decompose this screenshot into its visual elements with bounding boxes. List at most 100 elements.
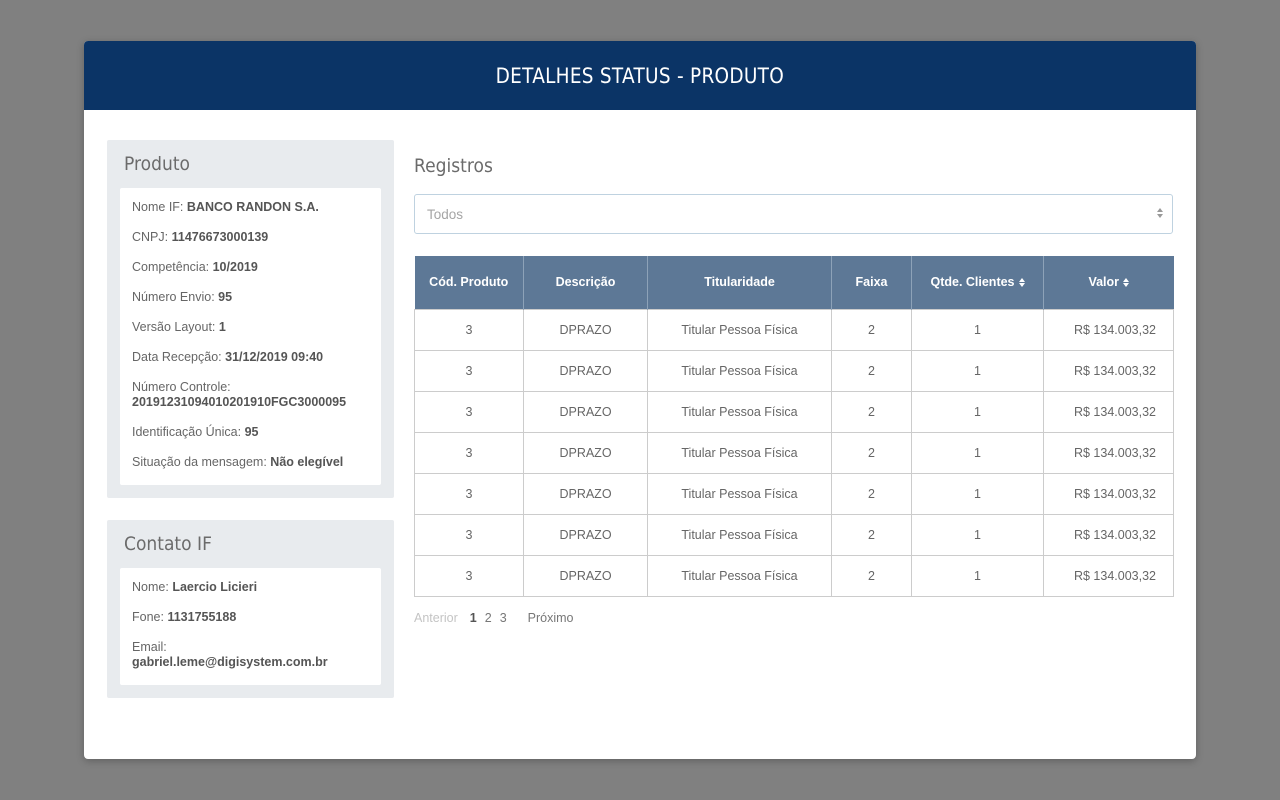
field-label: Email: [132,640,167,654]
field-value: 20191231094010201910FGC3000095 [132,395,347,409]
column-header-titularidade: Titularidade [647,256,832,309]
table-cell: 3 [414,554,524,597]
table-cell: 3 [414,431,524,474]
field-label: Competência: [132,260,210,274]
contato-panel: Contato IF Nome: Laercio Licieri Fone: 1… [107,520,394,698]
field-label: Situação da mensagem: [132,455,267,469]
table-cell: R$ 134.003,32 [1043,554,1174,597]
column-header-valor[interactable]: Valor [1043,256,1174,309]
status-detail-modal: DETALHES STATUS - PRODUTO Produto Nome I… [84,41,1196,759]
table-cell: 3 [414,308,524,351]
field-label: Fone: [132,610,164,624]
table-cell: DPRAZO [523,349,648,392]
pagination-next[interactable]: Próximo [528,611,574,625]
table-cell: 1 [911,431,1044,474]
table-row: 3 DPRAZO Titular Pessoa Física 2 1 R$ 134.003… [414,513,1174,556]
field-label: Versão Layout: [132,320,216,334]
table-row: 3 DPRAZO Titular Pessoa Física 2 1 R$ 134.003… [414,431,1174,474]
table-cell: DPRAZO [523,513,648,556]
field-value: gabriel.leme@digisystem.com.br [132,655,328,669]
table-cell: R$ 134.003,32 [1043,349,1174,392]
table-cell: 1 [911,513,1044,556]
table-row: 3 DPRAZO Titular Pessoa Física 2 1 R$ 134.003… [414,390,1174,433]
field-email: Email: gabriel.leme@digisystem.com.br [132,640,369,685]
column-header-faixa: Faixa [831,256,912,309]
field-value: 11476673000139 [171,230,269,244]
table-cell: Titular Pessoa Física [647,431,832,474]
column-header-label: Cód. Produto [429,275,509,290]
table-cell: 3 [414,349,524,392]
produto-panel: Produto Nome IF: BANCO RANDON S.A. CNPJ:… [107,140,394,498]
pagination-page[interactable]: 1 [470,611,477,625]
table-cell: R$ 134.003,32 [1043,513,1174,556]
table-cell: 1 [911,349,1044,392]
field-label: Número Controle: [132,380,231,394]
field-nome: Nome: Laercio Licieri [132,580,369,610]
table-cell: 1 [911,308,1044,351]
field-value: 95 [218,290,233,304]
field-value: 10/2019 [212,260,258,274]
filter-selected-value: Todos [427,206,464,222]
table-cell: 2 [831,431,912,474]
table-header-row: Cód. Produto Descrição Titularidade Faix… [414,256,1174,309]
table-cell: DPRAZO [523,472,648,515]
table-cell: R$ 134.003,32 [1043,308,1174,351]
field-label: CNPJ: [132,230,169,244]
field-numero-controle: Número Controle: 20191231094010201910FGC… [132,380,369,425]
right-column: Registros Todos Cód. Produto Descrição T… [414,140,1174,625]
column-header-qtde-clientes[interactable]: Qtde. Clientes [911,256,1044,309]
table-row: 3 DPRAZO Titular Pessoa Física 2 1 R$ 134.003… [414,308,1174,351]
column-header-label: Valor [1088,275,1120,290]
column-header-label: Titularidade [704,275,775,290]
field-value: Laercio Licieri [172,580,258,594]
pagination-page[interactable]: 3 [500,611,507,625]
table-cell: Titular Pessoa Física [647,308,832,351]
sort-icon[interactable] [1018,278,1025,288]
table-row: 3 DPRAZO Titular Pessoa Física 2 1 R$ 134.003… [414,554,1174,597]
field-nome-if: Nome IF: BANCO RANDON S.A. [132,200,369,230]
pagination-page[interactable]: 2 [485,611,492,625]
field-data-recepcao: Data Recepção: 31/12/2019 09:40 [132,350,369,380]
table-cell: 2 [831,349,912,392]
column-header-descricao: Descrição [523,256,648,309]
table-cell: Titular Pessoa Física [647,390,832,433]
field-value: 1131755188 [167,610,237,624]
table-cell: Titular Pessoa Física [647,349,832,392]
field-value: 95 [244,425,259,439]
registros-table: Cód. Produto Descrição Titularidade Faix… [414,256,1174,597]
field-label: Nome: [132,580,169,594]
field-situacao-mensagem: Situação da mensagem: Não elegível [132,455,369,485]
field-versao-layout: Versão Layout: 1 [132,320,369,350]
table-cell: R$ 134.003,32 [1043,390,1174,433]
field-value: 31/12/2019 09:40 [225,350,324,364]
table-row: 3 DPRAZO Titular Pessoa Física 2 1 R$ 134.003… [414,349,1174,392]
registros-filter-select[interactable]: Todos [414,194,1173,234]
sort-icon[interactable] [1123,278,1130,288]
table-cell: R$ 134.003,32 [1043,472,1174,515]
select-sort-arrows-icon [1157,208,1163,218]
field-label: Nome IF: [132,200,184,214]
table-cell: Titular Pessoa Física [647,513,832,556]
field-value: BANCO RANDON S.A. [186,200,319,214]
table-row: 3 DPRAZO Titular Pessoa Física 2 1 R$ 134.003… [414,472,1174,515]
field-fone: Fone: 1131755188 [132,610,369,640]
table-cell: DPRAZO [523,554,648,597]
field-value: Não elegível [270,455,344,469]
table-cell: R$ 134.003,32 [1043,431,1174,474]
table-cell: 1 [911,390,1044,433]
table-cell: 1 [911,472,1044,515]
table-cell: Titular Pessoa Física [647,472,832,515]
registros-title: Registros [414,155,493,177]
pagination: Anterior 1 2 3 Próximo [414,611,1173,625]
table-cell: DPRAZO [523,308,648,351]
column-header-label: Descrição [555,275,616,290]
contato-panel-title: Contato IF [124,533,212,555]
table-cell: 2 [831,308,912,351]
produto-panel-body: Nome IF: BANCO RANDON S.A. CNPJ: 1147667… [120,188,381,485]
column-header-cod-produto: Cód. Produto [414,256,524,309]
column-header-label: Faixa [855,275,888,290]
pagination-prev[interactable]: Anterior [414,611,458,625]
table-cell: 3 [414,472,524,515]
field-cnpj: CNPJ: 11476673000139 [132,230,369,260]
left-column: Produto Nome IF: BANCO RANDON S.A. CNPJ:… [107,140,394,698]
